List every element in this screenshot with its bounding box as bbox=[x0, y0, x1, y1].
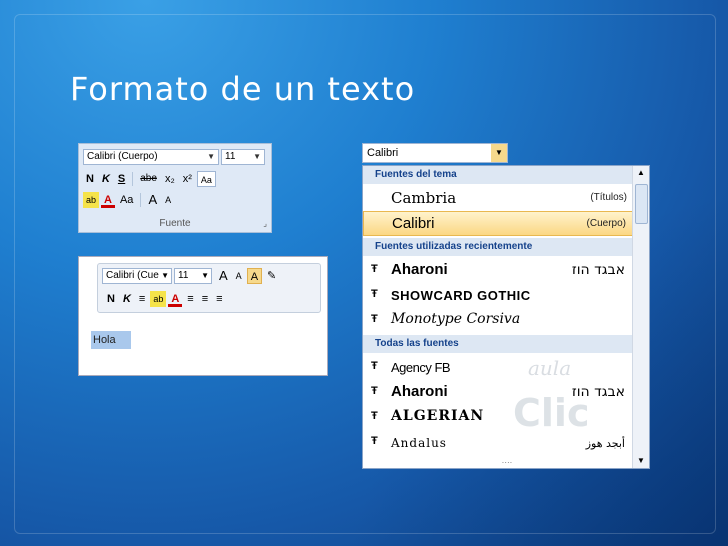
truetype-icon: Ŧ bbox=[371, 360, 378, 372]
document-panel: Calibri (Cue ▼ 11 ▼ A A A ✎ N K ≡ ab A ≡… bbox=[78, 256, 328, 376]
scrollbar-thumb[interactable] bbox=[635, 184, 648, 224]
font-item-sample: אבגד הוז bbox=[571, 262, 625, 278]
italic-button[interactable]: K bbox=[99, 171, 113, 187]
superscript-button[interactable]: x² bbox=[180, 171, 195, 187]
section-header-theme: Fuentes del tema bbox=[363, 166, 633, 184]
underline-button[interactable]: S bbox=[115, 171, 128, 187]
mini-font-combo[interactable]: Calibri (Cue ▼ bbox=[102, 268, 172, 284]
highlight-button[interactable]: ab bbox=[150, 291, 167, 307]
center-align-button[interactable]: ≡ bbox=[136, 291, 148, 307]
chevron-down-icon[interactable]: ▼ bbox=[253, 152, 261, 161]
divider bbox=[132, 172, 134, 186]
font-item-monotype-corsiva[interactable]: Ŧ Monotype Corsiva bbox=[363, 308, 633, 333]
divider bbox=[140, 193, 142, 207]
bullets-button[interactable]: ≡ bbox=[213, 291, 225, 307]
mini-row-1: A A A ✎ bbox=[216, 268, 279, 284]
shrink-font-button[interactable]: A bbox=[162, 192, 174, 208]
styles-button[interactable]: A bbox=[246, 268, 263, 284]
italic-button[interactable]: K bbox=[120, 291, 134, 307]
decrease-indent-button[interactable]: ≡ bbox=[184, 291, 196, 307]
mini-font-value: Calibri (Cue bbox=[106, 270, 159, 281]
font-item-label: Aharoni bbox=[391, 261, 448, 278]
font-item-label: Calibri bbox=[392, 215, 435, 232]
font-item-label: SHOWCARD GOTHIC bbox=[391, 288, 531, 303]
group-label: Fuente bbox=[159, 218, 191, 229]
dialog-launcher-icon[interactable]: ⌟ bbox=[263, 219, 267, 228]
chevron-down-icon[interactable]: ▼ bbox=[201, 271, 209, 280]
bold-button[interactable]: N bbox=[104, 291, 118, 307]
font-item-algerian[interactable]: Ŧ ALGERIAN bbox=[363, 405, 633, 430]
font-item-aharoni[interactable]: Ŧ Aharoni אבגד הוז bbox=[363, 258, 633, 283]
clear-format-button[interactable]: Aa bbox=[196, 171, 216, 187]
section-header-all: Todas las fuentes bbox=[363, 335, 633, 353]
font-item-cambria[interactable]: Cambria (Títulos) bbox=[363, 186, 633, 211]
scrollbar[interactable]: ▲ ▼ bbox=[632, 166, 649, 468]
mini-size-combo[interactable]: 11 ▼ bbox=[174, 268, 212, 284]
font-item-label: Andalus bbox=[391, 436, 447, 450]
truetype-icon: Ŧ bbox=[371, 385, 378, 397]
ribbon-font-group: Calibri (Cuerpo) ▼ 11 ▼ N K S abe x₂ x² … bbox=[78, 143, 272, 233]
change-case-button[interactable]: Aa bbox=[117, 192, 136, 208]
font-item-showcard-gothic[interactable]: Ŧ SHOWCARD GOTHIC bbox=[363, 283, 633, 308]
font-name-value: Calibri (Cuerpo) bbox=[87, 151, 158, 162]
font-list: Fuentes del tema Cambria (Títulos) Calib… bbox=[362, 165, 650, 469]
font-item-tag: (Títulos) bbox=[590, 192, 627, 203]
section-header-recent: Fuentes utilizadas recientemente bbox=[363, 238, 633, 256]
scroll-up-icon[interactable]: ▲ bbox=[637, 168, 645, 177]
truetype-icon: Ŧ bbox=[371, 288, 378, 300]
grow-font-button[interactable]: A bbox=[145, 192, 160, 208]
truetype-icon: Ŧ bbox=[371, 263, 378, 275]
increase-indent-button[interactable]: ≡ bbox=[199, 291, 211, 307]
truetype-icon: Ŧ bbox=[371, 410, 378, 422]
mini-size-value: 11 bbox=[178, 270, 189, 281]
font-name-combo[interactable]: Calibri (Cuerpo) ▼ bbox=[83, 149, 219, 165]
font-color-button[interactable]: A bbox=[101, 192, 115, 208]
font-item-label: Monotype Corsiva bbox=[391, 311, 521, 327]
resize-grip[interactable]: ···· bbox=[363, 459, 649, 468]
font-name-combo[interactable]: Calibri ▼ bbox=[362, 143, 508, 163]
ribbon-row-2: ab A Aa A A bbox=[83, 192, 174, 208]
font-size-combo[interactable]: 11 ▼ bbox=[221, 149, 265, 165]
font-size-value: 11 bbox=[225, 151, 236, 162]
format-painter-icon[interactable]: ✎ bbox=[264, 268, 279, 284]
font-item-label: Cambria bbox=[391, 189, 457, 207]
font-item-calibri[interactable]: Calibri (Cuerpo) bbox=[363, 211, 633, 236]
font-item-aharoni[interactable]: Ŧ Aharoni אבגד הוז bbox=[363, 380, 633, 405]
mini-row-2: N K ≡ ab A ≡ ≡ ≡ bbox=[104, 291, 226, 307]
chevron-down-icon[interactable]: ▼ bbox=[161, 271, 169, 280]
font-item-label: ALGERIAN bbox=[391, 408, 485, 424]
chevron-down-icon[interactable]: ▼ bbox=[207, 152, 215, 161]
selected-text[interactable]: Hola bbox=[91, 331, 131, 349]
strikethrough-button[interactable]: abe bbox=[137, 171, 160, 187]
slide-title: Formato de un texto bbox=[70, 70, 416, 108]
truetype-icon: Ŧ bbox=[371, 313, 378, 325]
bold-button[interactable]: N bbox=[83, 171, 97, 187]
subscript-button[interactable]: x₂ bbox=[162, 171, 178, 187]
chevron-down-icon[interactable]: ▼ bbox=[491, 144, 507, 162]
font-name-value: Calibri bbox=[367, 147, 399, 159]
font-item-andalus[interactable]: Ŧ Andalus أبجد هوز bbox=[363, 430, 633, 455]
font-color-button[interactable]: A bbox=[168, 291, 183, 307]
font-item-label: Aharoni bbox=[391, 383, 448, 400]
highlight-button[interactable]: ab bbox=[83, 192, 100, 208]
mini-toolbar: Calibri (Cue ▼ 11 ▼ A A A ✎ N K ≡ ab A ≡… bbox=[97, 263, 321, 313]
font-dropdown: Calibri ▼ Fuentes del tema Cambria (Títu… bbox=[362, 143, 650, 469]
font-item-tag: (Cuerpo) bbox=[586, 218, 626, 229]
truetype-icon: Ŧ bbox=[371, 435, 378, 447]
font-item-agency-fb[interactable]: Ŧ Agency FB bbox=[363, 355, 633, 380]
font-item-sample: אבגד הוז bbox=[571, 384, 625, 400]
font-item-label: Agency FB bbox=[391, 360, 451, 375]
font-item-sample: أبجد هوز bbox=[585, 437, 625, 450]
ribbon-row-1: N K S abe x₂ x² Aa bbox=[83, 171, 216, 187]
grow-font-button[interactable]: A bbox=[216, 268, 231, 284]
shrink-font-button[interactable]: A bbox=[233, 268, 245, 284]
